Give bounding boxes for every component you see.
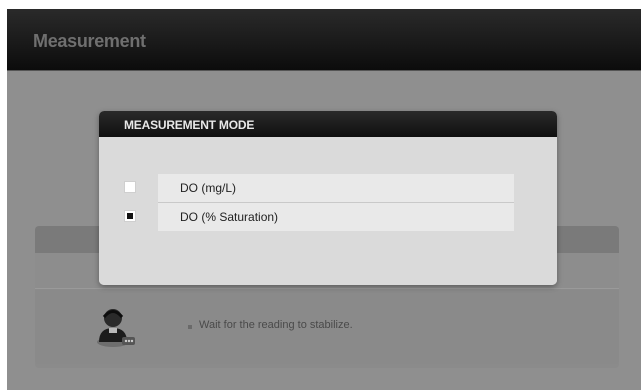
measurement-mode-dialog: MEASUREMENT MODE DO (mg/L) DO (% Saturat… bbox=[99, 111, 557, 285]
app-screen: Measurement Wait for the reading to stab… bbox=[7, 9, 641, 390]
user-headset-icon bbox=[93, 304, 137, 348]
title-bar: Measurement bbox=[7, 9, 641, 71]
page-title: Measurement bbox=[33, 31, 146, 51]
option-label: DO (mg/L) bbox=[180, 181, 237, 195]
option-do-mgl[interactable]: DO (mg/L) bbox=[158, 174, 514, 203]
checkbox-do-saturation[interactable] bbox=[124, 210, 136, 222]
info-message: Wait for the reading to stabilize. bbox=[199, 319, 353, 331]
checkbox-checked-mark bbox=[127, 213, 133, 219]
checkbox-do-mgl[interactable] bbox=[124, 181, 136, 193]
dialog-title: MEASUREMENT MODE bbox=[124, 118, 255, 132]
dialog-header: MEASUREMENT MODE bbox=[99, 111, 557, 137]
info-bullet bbox=[188, 325, 192, 329]
option-do-saturation[interactable]: DO (% Saturation) bbox=[158, 203, 514, 231]
option-label: DO (% Saturation) bbox=[180, 210, 279, 224]
